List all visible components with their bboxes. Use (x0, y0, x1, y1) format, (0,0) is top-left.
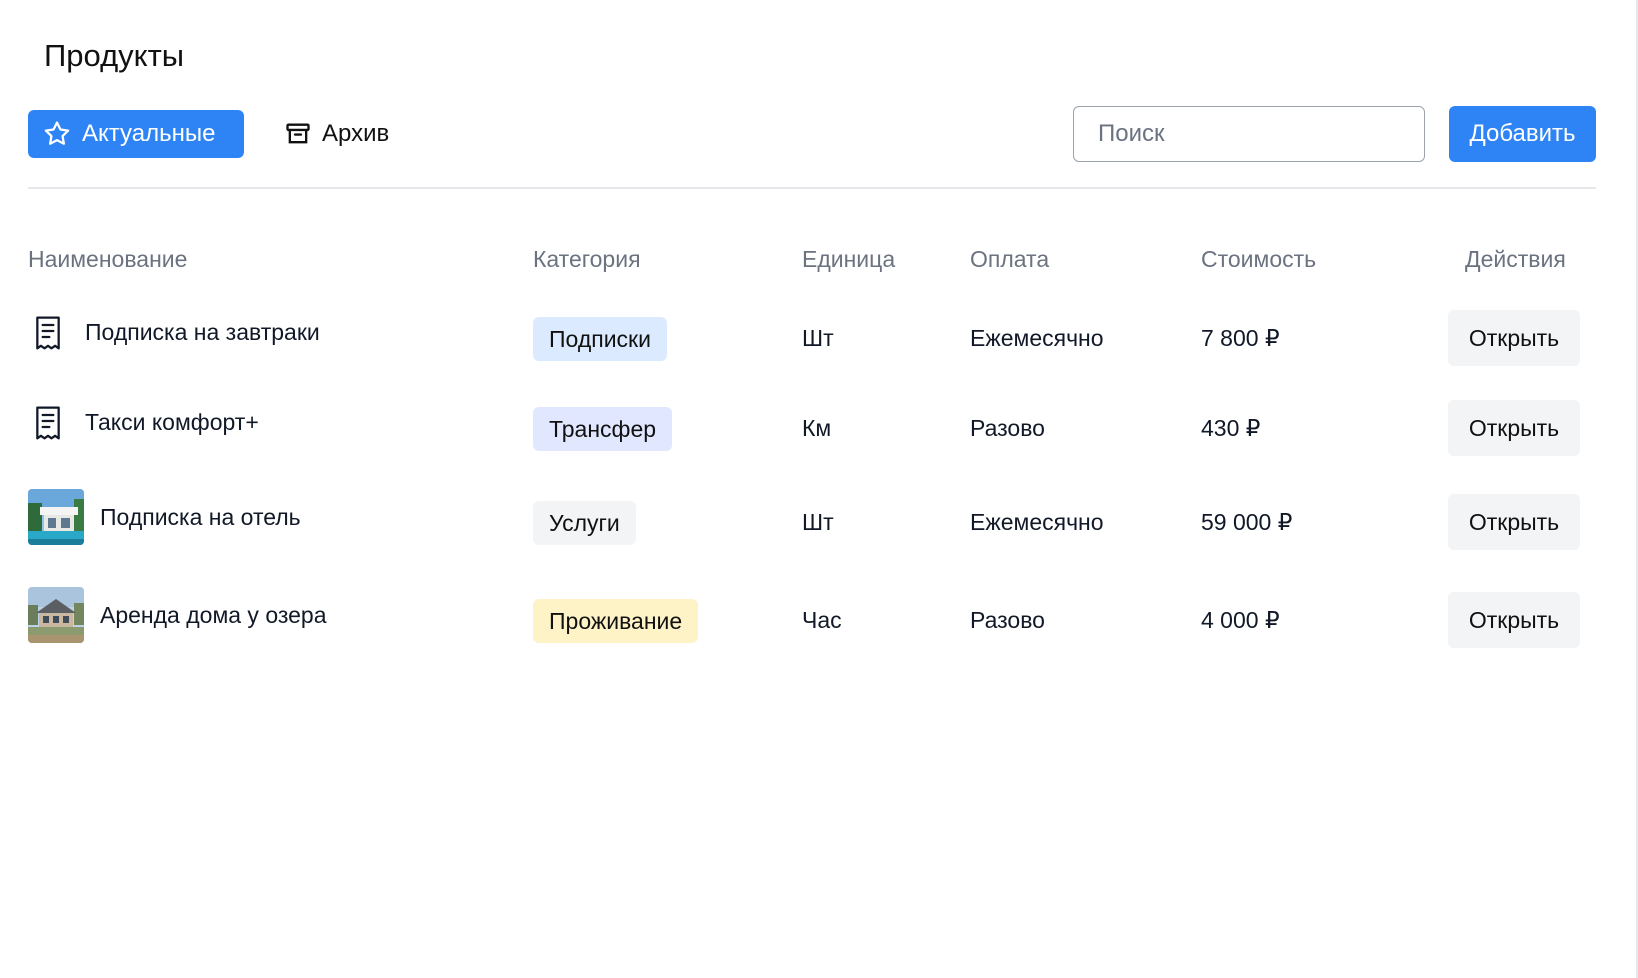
payment-cell: Разово (970, 415, 1045, 441)
tab-actual-label: Актуальные (82, 120, 216, 147)
open-button[interactable]: Открыть (1448, 494, 1580, 550)
product-name: Подписка на отель (100, 504, 301, 530)
price-cell: 430 ₽ (1201, 415, 1261, 441)
unit-cell: Шт (802, 509, 834, 535)
header-price: Стоимость (1201, 246, 1317, 272)
search-input[interactable] (1073, 106, 1425, 162)
open-button[interactable]: Открыть (1448, 592, 1580, 648)
header-payment: Оплата (970, 246, 1050, 272)
header-category: Категория (533, 246, 641, 272)
unit-cell: Шт (802, 325, 834, 351)
price-cell: 4 000 ₽ (1201, 607, 1280, 633)
tab-archive-label: Архив (322, 120, 390, 147)
payment-cell: Ежемесячно (970, 325, 1104, 351)
price-cell: 7 800 ₽ (1201, 325, 1280, 351)
hotel-thumbnail (28, 489, 84, 545)
category-badge: Подписки (533, 317, 667, 361)
star-icon (44, 121, 70, 145)
price-cell: 59 000 ₽ (1201, 509, 1293, 535)
unit-cell: Час (802, 607, 842, 633)
tab-archive[interactable]: Архив (284, 110, 389, 158)
header-actions: Действия (1465, 246, 1566, 272)
receipt-icon (36, 406, 60, 440)
product-name: Аренда дома у озера (100, 602, 327, 628)
product-name: Подписка на завтраки (85, 319, 320, 345)
add-button[interactable]: Добавить (1449, 106, 1596, 162)
category-badge: Трансфер (533, 407, 673, 451)
toolbar: Актуальные Архив Добавить (28, 106, 1596, 164)
toolbar-divider (28, 187, 1596, 189)
tab-actual[interactable]: Актуальные (28, 110, 244, 158)
payment-cell: Ежемесячно (970, 509, 1104, 535)
archive-box-icon (286, 123, 310, 144)
open-button[interactable]: Открыть (1448, 310, 1580, 366)
lake-house-thumbnail (28, 587, 84, 643)
unit-cell: Км (802, 415, 832, 441)
receipt-icon (36, 316, 60, 350)
product-name: Такси комфорт+ (85, 409, 259, 435)
header-unit: Единица (802, 246, 896, 272)
header-name: Наименование (28, 246, 188, 272)
category-badge: Услуги (533, 501, 636, 545)
payment-cell: Разово (970, 607, 1045, 633)
page-title: Продукты (44, 38, 185, 73)
open-button[interactable]: Открыть (1448, 400, 1580, 456)
category-badge: Проживание (533, 599, 699, 643)
